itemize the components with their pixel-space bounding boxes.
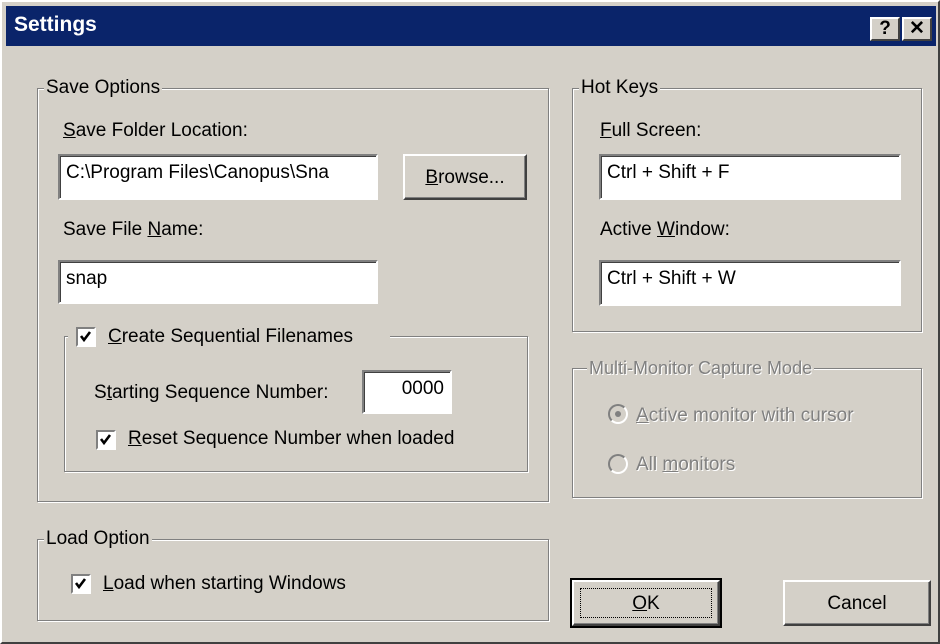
browse-label: Browse...: [425, 167, 505, 188]
reset-sequence-checkbox[interactable]: [96, 430, 116, 450]
load-option-legend: Load Option: [44, 527, 152, 551]
checkmark-icon: [99, 434, 112, 446]
cancel-label: Cancel: [827, 593, 887, 614]
checkmark-icon: [74, 578, 87, 590]
close-icon: ✕: [909, 18, 925, 39]
active-monitor-radio[interactable]: [608, 404, 628, 424]
load-startup-checkbox[interactable]: [71, 574, 91, 594]
full-screen-hotkey-input[interactable]: Ctrl + Shift + F: [599, 154, 901, 200]
active-window-hotkey-input[interactable]: Ctrl + Shift + W: [599, 260, 901, 306]
hot-keys-legend: Hot Keys: [579, 76, 661, 100]
multi-monitor-group: Multi-Monitor Capture Mode: [572, 356, 922, 498]
title-bar[interactable]: Settings ? ✕: [6, 6, 936, 46]
help-button[interactable]: ?: [870, 17, 900, 41]
multi-monitor-legend: Multi-Monitor Capture Mode: [587, 356, 815, 380]
full-screen-label: Full Screen:: [600, 120, 702, 141]
window-title: Settings: [14, 13, 97, 36]
active-monitor-label[interactable]: Active monitor with cursor: [636, 404, 854, 428]
save-folder-label: Save Folder Location:: [63, 120, 248, 141]
starting-sequence-label: Starting Sequence Number:: [94, 382, 329, 403]
all-monitors-radio[interactable]: [608, 454, 628, 474]
save-file-name-input[interactable]: snap: [58, 260, 378, 304]
settings-dialog: Settings ? ✕ Save Options Save Folder Lo…: [0, 0, 940, 644]
save-options-legend: Save Options: [44, 76, 163, 100]
sequential-legend: Create Sequential Filenames: [68, 324, 390, 350]
cancel-button[interactable]: Cancel: [783, 580, 931, 626]
sequential-checkbox[interactable]: [76, 327, 96, 347]
load-startup-label[interactable]: Load when starting Windows: [103, 572, 346, 596]
radio-selected-icon: [615, 411, 621, 417]
browse-button[interactable]: Browse...: [403, 154, 527, 200]
save-folder-input[interactable]: C:\Program Files\Canopus\Sna: [58, 154, 378, 200]
ok-label: OK: [632, 593, 660, 614]
sequential-checkbox-label[interactable]: Create Sequential Filenames: [108, 325, 353, 349]
checkmark-icon: [79, 331, 92, 343]
save-file-name-label: Save File Name:: [63, 219, 204, 240]
close-button[interactable]: ✕: [902, 17, 932, 41]
all-monitors-label[interactable]: All monitors: [636, 453, 735, 477]
active-window-label: Active Window:: [600, 219, 730, 240]
reset-sequence-label[interactable]: Reset Sequence Number when loaded: [128, 427, 454, 451]
ok-button[interactable]: OK: [570, 578, 722, 628]
starting-sequence-input[interactable]: 0000: [362, 370, 452, 414]
help-icon: ?: [879, 18, 891, 39]
